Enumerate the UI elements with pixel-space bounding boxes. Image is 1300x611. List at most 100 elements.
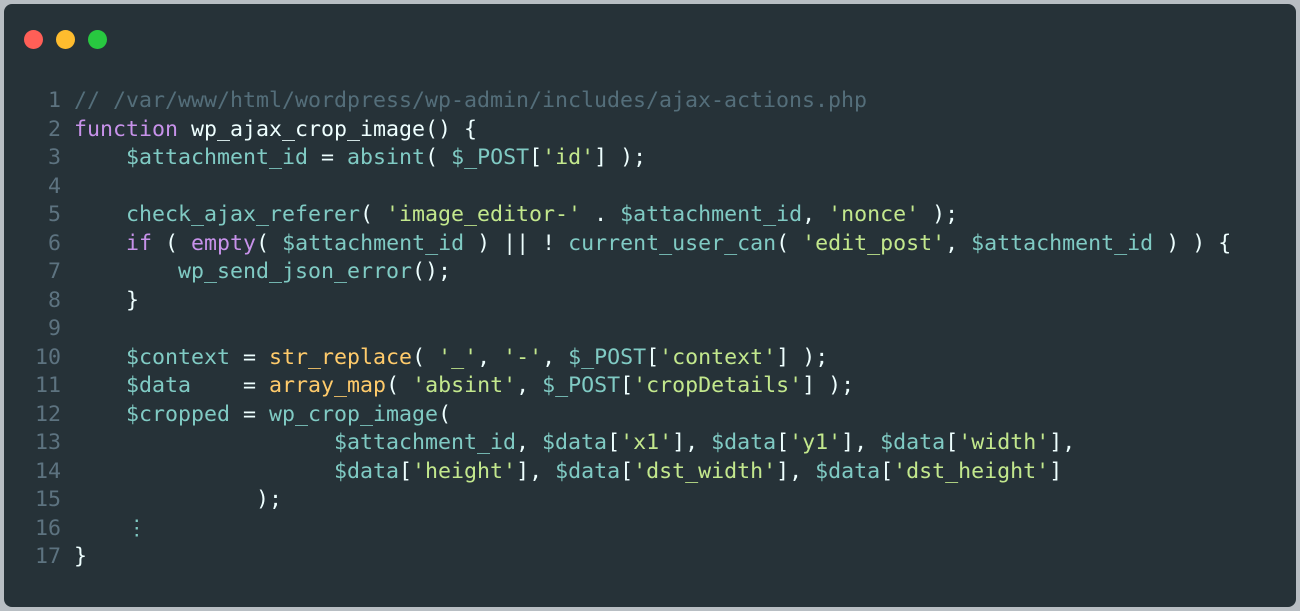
code-token-identifier: ] ); [776, 344, 829, 370]
line-code: $context = str_replace( '_', '-', $_POST… [61, 344, 828, 373]
code-token-identifier [74, 145, 126, 170]
code-token-identifier: ( [438, 401, 452, 427]
line-number: 9 [47, 316, 61, 341]
code-line: 4 [4, 173, 1296, 202]
code-token-identifier: [ [607, 430, 621, 455]
code-token-identifier: [ [776, 430, 790, 455]
line-code: function wp_ajax_crop_image() { [61, 116, 477, 145]
code-line: 5 check_ajax_referer( 'image_editor-' . … [4, 201, 1296, 230]
code-token-identifier: (); [412, 259, 452, 284]
code-token-keyword: empty [191, 230, 257, 256]
code-token-variable: $data [126, 373, 192, 398]
code-token-identifier: ( [412, 344, 439, 370]
code-token-keyword: function [74, 116, 179, 142]
line-number: 17 [34, 544, 61, 569]
line-code: $attachment_id, $data['x1'], $data['y1']… [61, 429, 1075, 458]
code-token-identifier: ( [425, 145, 452, 170]
code-line: 16 ⋮ [4, 515, 1296, 544]
code-token-variable: $_POST [451, 145, 530, 170]
code-token-identifier: , [516, 373, 543, 398]
line-code: } [61, 543, 87, 572]
line-number: 1 [47, 88, 61, 113]
code-token-identifier: ] ); [802, 373, 855, 398]
line-number: 13 [34, 430, 61, 455]
code-token-identifier: = [230, 401, 270, 427]
line-number: 16 [34, 515, 61, 541]
code-token-identifier [74, 345, 126, 370]
code-token-variable: $data [542, 430, 608, 455]
code-line: 13 $attachment_id, $data['x1'], $data['y… [4, 429, 1296, 458]
code-line: 12 $cropped = wp_crop_image( [4, 401, 1296, 430]
code-token-identifier [74, 373, 126, 398]
code-token-identifier: ], [841, 430, 881, 455]
code-token-string: 'edit_post' [802, 230, 946, 256]
code-token-variable: $data [555, 458, 621, 484]
maximize-button[interactable] [88, 30, 107, 49]
line-code: wp_send_json_error(); [61, 258, 451, 287]
code-line: 14 $data['height'], $data['dst_width'], … [4, 458, 1296, 487]
line-number: 8 [47, 287, 61, 313]
code-line: 10 $context = str_replace( '_', '-', $_P… [4, 344, 1296, 373]
code-token-builtin: str_replace [269, 344, 413, 370]
line-number: 7 [47, 259, 61, 284]
line-number: 11 [34, 373, 61, 398]
code-token-identifier [74, 231, 126, 256]
minimize-button[interactable] [56, 30, 75, 49]
code-token-identifier: [ [399, 458, 413, 484]
code-token-identifier: ], [672, 430, 712, 455]
code-block: 1 // /var/www/html/wordpress/wp-admin/inc… [4, 87, 1296, 572]
code-token-identifier: , [802, 202, 829, 227]
code-token-string: 'absint' [412, 373, 517, 398]
code-token-variable: $data [334, 458, 400, 484]
code-token-identifier [74, 459, 334, 484]
code-token-identifier: ], [1049, 430, 1076, 455]
window-controls [24, 30, 107, 50]
code-token-identifier: ) || ! [464, 230, 569, 256]
code-token-identifier [74, 430, 334, 455]
code-line: 15 ); [4, 486, 1296, 515]
code-token-identifier: ); [74, 487, 283, 512]
code-token-variable: $data [711, 430, 777, 455]
code-token-identifier: } [74, 544, 88, 569]
code-token-identifier: [ [945, 430, 959, 455]
code-line: 2 function wp_ajax_crop_image() { [4, 116, 1296, 145]
code-token-string: '-' [503, 344, 543, 370]
line-code: $data['height'], $data['dst_width'], $da… [61, 458, 1062, 487]
line-number: 15 [34, 487, 61, 512]
code-token-identifier: ( [386, 373, 413, 398]
code-line: 6 if ( empty( $attachment_id ) || ! curr… [4, 230, 1296, 259]
code-line: 9 [4, 315, 1296, 344]
code-token-identifier [74, 402, 126, 427]
code-token-string: 'context' [659, 344, 777, 370]
code-token-string: '_' [438, 344, 478, 370]
code-token-variable: current_user_can [568, 230, 777, 256]
code-token-variable: $attachment_id [971, 230, 1154, 256]
line-code: ); [61, 486, 282, 515]
code-token-variable: wp_crop_image [269, 401, 439, 427]
line-number: 14 [34, 458, 61, 484]
code-token-identifier: [ [880, 458, 894, 484]
code-token-identifier: } [74, 287, 140, 313]
code-token-identifier [74, 259, 178, 284]
code-token-identifier: , [945, 230, 972, 256]
code-token-identifier: [ [529, 145, 543, 170]
code-token-variable: wp_send_json_error [178, 259, 413, 284]
code-token-variable: ⋮ [126, 515, 148, 541]
code-token-identifier: ], [516, 458, 556, 484]
code-token-variable: $context [126, 344, 231, 370]
close-button[interactable] [24, 30, 43, 49]
line-code: $attachment_id = absint( $_POST['id'] ); [61, 144, 646, 173]
code-token-identifier: ( [360, 202, 387, 227]
line-code: } [61, 287, 139, 316]
code-window: 1 // /var/www/html/wordpress/wp-admin/inc… [4, 4, 1296, 607]
code-token-identifier: = [308, 145, 348, 170]
line-code: if ( empty( $attachment_id ) || ! curren… [61, 230, 1231, 259]
code-token-identifier: , [477, 344, 504, 370]
line-number: 6 [47, 230, 61, 256]
code-token-identifier: ( [256, 230, 283, 256]
code-token-variable: $attachment_id [126, 145, 309, 170]
code-token-identifier: [ [620, 458, 634, 484]
code-token-identifier: [ [620, 373, 634, 398]
